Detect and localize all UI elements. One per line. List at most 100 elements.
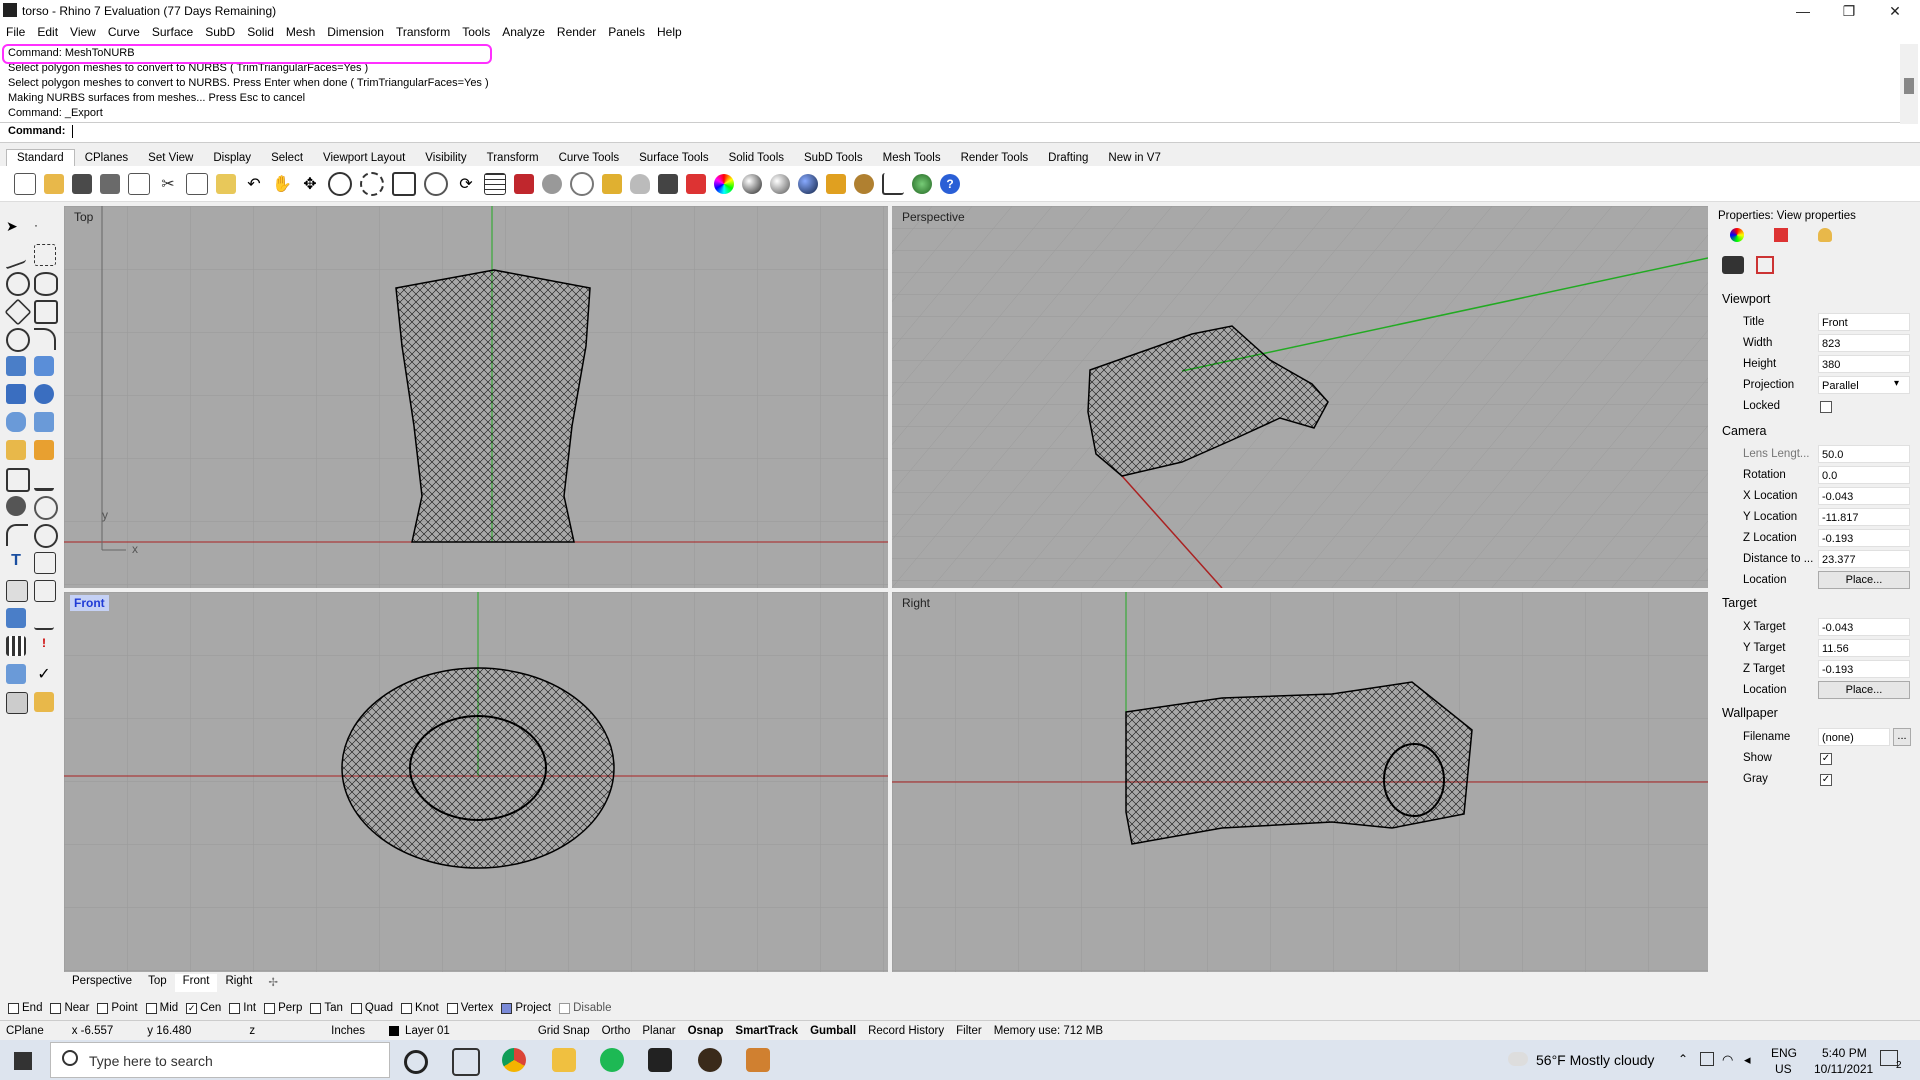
filename-field[interactable]: (none) — [1818, 728, 1890, 746]
torso-mesh-front[interactable] — [341, 667, 615, 869]
view-properties-tab-icon[interactable] — [1730, 228, 1744, 242]
undo-icon[interactable]: ↶ — [244, 174, 264, 194]
tab-transform[interactable]: Transform — [477, 150, 549, 166]
points-grid-icon[interactable] — [6, 636, 26, 656]
title-field[interactable]: Front — [1818, 313, 1910, 331]
dimension-tool-icon[interactable] — [34, 552, 56, 574]
osnap-project[interactable]: Project — [501, 1002, 551, 1014]
check-icon[interactable]: ✓ — [34, 664, 54, 684]
menu-edit[interactable]: Edit — [31, 25, 64, 39]
viewport-frame-icon[interactable] — [1756, 256, 1774, 274]
locked-checkbox[interactable] — [1820, 401, 1832, 413]
text-icon[interactable]: T — [6, 552, 26, 572]
rendered-sphere-icon[interactable] — [770, 173, 790, 194]
spotify-icon[interactable] — [600, 1048, 624, 1072]
viewport-title-top[interactable]: Top — [70, 209, 97, 225]
menu-subd[interactable]: SubD — [199, 25, 241, 39]
group-icon[interactable] — [6, 496, 26, 516]
y-target-field[interactable]: 11.56 — [1818, 639, 1910, 657]
filter-toggle[interactable]: Filter — [950, 1025, 988, 1037]
polygon-icon[interactable] — [4, 298, 32, 326]
tab-visibility[interactable]: Visibility — [415, 150, 476, 166]
units-label[interactable]: Inches — [325, 1025, 371, 1037]
flag-icon[interactable] — [826, 173, 846, 194]
osnap-toggle[interactable]: Osnap — [682, 1025, 730, 1037]
gear-icon[interactable] — [854, 173, 874, 194]
render-icon[interactable] — [798, 173, 818, 194]
export-icon[interactable] — [128, 172, 150, 195]
globe-icon[interactable] — [912, 173, 932, 194]
bulb-icon[interactable] — [630, 173, 650, 194]
osnap-tan[interactable]: Tan — [310, 1002, 343, 1014]
tab-render-tools[interactable]: Render Tools — [951, 150, 1039, 166]
vp-tab-right[interactable]: Right — [217, 974, 260, 992]
x-target-field[interactable]: -0.043 — [1818, 618, 1910, 636]
paste-icon[interactable] — [216, 173, 236, 194]
browse-button[interactable]: ... — [1893, 728, 1911, 746]
camera-place-button[interactable]: Place... — [1818, 571, 1910, 589]
menu-solid[interactable]: Solid — [241, 25, 280, 39]
menu-transform[interactable]: Transform — [390, 25, 456, 39]
right-viewport[interactable]: Right — [892, 592, 1708, 972]
weather-text[interactable]: 56°F Mostly cloudy — [1536, 1052, 1654, 1068]
tab-select[interactable]: Select — [261, 150, 313, 166]
menu-panels[interactable]: Panels — [602, 25, 651, 39]
box-icon[interactable] — [6, 384, 26, 404]
target-place-button[interactable]: Place... — [1818, 681, 1910, 699]
gumball-toggle[interactable]: Gumball — [804, 1025, 862, 1037]
zoom-window-icon[interactable] — [360, 171, 384, 196]
command-scrollbar[interactable] — [1900, 44, 1918, 124]
command-input-caret[interactable] — [72, 125, 73, 138]
lens-length-field[interactable]: 50.0 — [1818, 445, 1910, 463]
lock-icon[interactable] — [658, 173, 678, 194]
copy-icon[interactable] — [186, 172, 208, 195]
osnap-knot[interactable]: Knot — [401, 1002, 439, 1014]
show-checkbox[interactable]: ✓ — [1820, 753, 1832, 765]
layout-icon[interactable] — [34, 580, 56, 602]
osnap-vertex[interactable]: Vertex — [446, 1002, 493, 1014]
torso-mesh-top[interactable] — [395, 269, 591, 543]
osnap-near-checkbox[interactable] — [50, 1002, 62, 1014]
planar-toggle[interactable]: Planar — [636, 1025, 681, 1037]
y-location-field[interactable]: -11.817 — [1818, 508, 1910, 526]
rotation-field[interactable]: 0.0 — [1818, 466, 1910, 484]
osnap-tan-checkbox[interactable] — [310, 1002, 322, 1014]
menu-tools[interactable]: Tools — [456, 25, 496, 39]
x-location-field[interactable]: -0.043 — [1818, 487, 1910, 505]
top-viewport[interactable]: Top y x — [64, 206, 888, 588]
ortho-toggle[interactable]: Ortho — [596, 1025, 637, 1037]
surface-icon[interactable] — [6, 356, 26, 376]
weather-cloud-icon[interactable] — [1508, 1052, 1528, 1066]
viewport-title-perspective[interactable]: Perspective — [898, 209, 969, 225]
move-view-icon[interactable]: ✥ — [300, 174, 320, 194]
zoom-extents-icon[interactable] — [392, 171, 416, 196]
tab-surface-tools[interactable]: Surface Tools — [629, 150, 718, 166]
osnap-quad-checkbox[interactable] — [350, 1002, 362, 1014]
tab-new-in-v7[interactable]: New in V7 — [1098, 150, 1170, 166]
rotate-icon[interactable] — [6, 524, 28, 546]
polyline-icon[interactable] — [6, 240, 26, 270]
zoom-selected-icon[interactable] — [424, 171, 448, 196]
osnap-perp-checkbox[interactable] — [264, 1002, 276, 1014]
material-icon[interactable] — [686, 173, 706, 194]
save-icon[interactable] — [72, 173, 92, 194]
cylinder-icon[interactable] — [6, 412, 26, 432]
file-explorer-icon[interactable] — [552, 1048, 576, 1072]
tab-viewport-layout[interactable]: Viewport Layout — [313, 150, 415, 166]
menu-view[interactable]: View — [64, 25, 102, 39]
osnap-int-checkbox[interactable] — [229, 1002, 241, 1014]
osnap-point-checkbox[interactable] — [97, 1002, 109, 1014]
rhino-taskbar-icon[interactable] — [648, 1048, 672, 1072]
rectangle-icon[interactable] — [34, 300, 58, 324]
chrome-icon[interactable] — [502, 1048, 526, 1072]
orient-icon[interactable] — [34, 524, 58, 548]
tab-set-view[interactable]: Set View — [138, 150, 203, 166]
z-location-field[interactable]: -0.193 — [1818, 529, 1910, 547]
tab-drafting[interactable]: Drafting — [1038, 150, 1098, 166]
maximize-button[interactable]: ❐ — [1826, 0, 1872, 22]
osnap-near[interactable]: Near — [50, 1002, 89, 1014]
viewport-title-front[interactable]: Front — [70, 595, 109, 611]
volume-icon[interactable]: ◂ — [1744, 1052, 1751, 1068]
distance-field[interactable]: 23.377 — [1818, 550, 1910, 568]
chevron-down-icon[interactable]: ▾ — [1894, 378, 1899, 389]
